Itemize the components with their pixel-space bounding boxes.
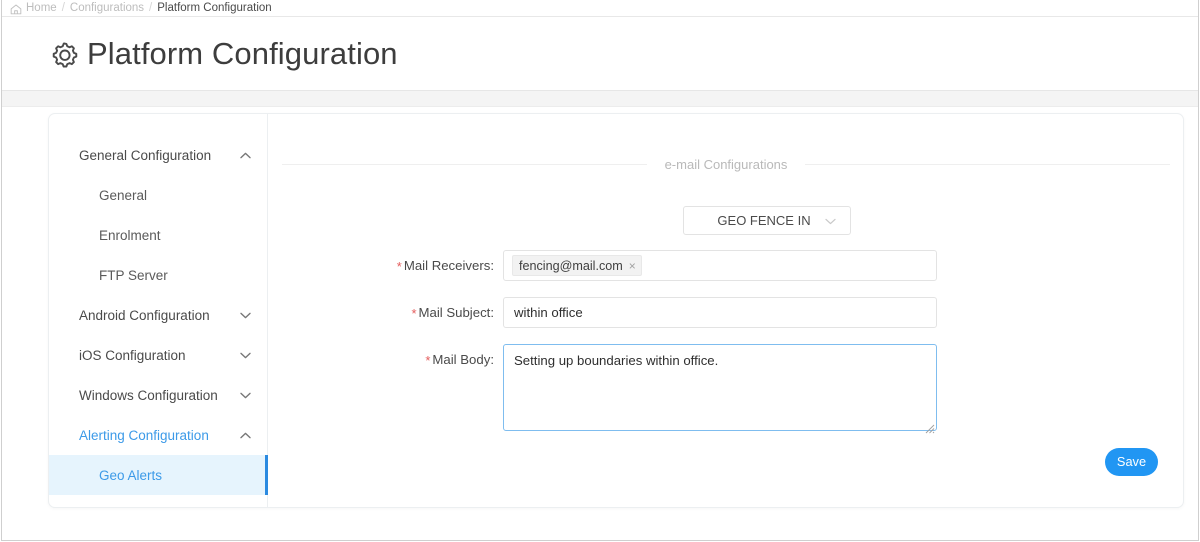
breadcrumb-item-configurations[interactable]: Configurations xyxy=(70,2,144,14)
section-divider: e-mail Configurations xyxy=(282,157,1170,172)
geo-fence-type-select[interactable]: GEO FENCE IN xyxy=(683,206,851,235)
mail-body-label: * Mail Body: xyxy=(268,344,503,375)
mail-receivers-label-text: Mail Receivers: xyxy=(403,258,494,273)
mail-receivers-label: * Mail Receivers: xyxy=(268,250,503,281)
page-header: Platform Configuration xyxy=(2,17,1198,90)
sidebar-item-general[interactable]: General xyxy=(49,175,267,215)
save-button[interactable]: Save xyxy=(1105,448,1158,476)
header-divider-band xyxy=(2,90,1198,107)
mail-receivers-control: fencing@mail.com × xyxy=(503,250,937,281)
breadcrumb-separator: / xyxy=(149,2,153,14)
mail-body-row: * Mail Body: xyxy=(268,344,937,436)
sidebar-group-windows-configuration[interactable]: Windows Configuration xyxy=(49,375,267,415)
gear-icon xyxy=(48,39,80,71)
sidebar-item-label: General xyxy=(99,187,148,203)
geo-fence-type-value: GEO FENCE IN xyxy=(717,213,811,228)
divider-rule-left xyxy=(282,164,647,165)
home-icon xyxy=(10,4,22,15)
mail-receivers-input[interactable]: fencing@mail.com × xyxy=(503,250,937,281)
breadcrumb: Home / Configurations / Platform Configu… xyxy=(2,0,1198,17)
sidebar-group-label: iOS Configuration xyxy=(79,347,186,363)
section-title: e-mail Configurations xyxy=(664,157,788,172)
sidebar-group-general-configuration[interactable]: General Configuration xyxy=(49,135,267,175)
sidebar-item-geo-alerts[interactable]: Geo Alerts xyxy=(49,455,268,495)
chevron-up-icon xyxy=(240,152,251,159)
divider-rule-right xyxy=(805,164,1170,165)
sidebar-item-label: Enrolment xyxy=(99,227,161,243)
mail-subject-label-text: Mail Subject: xyxy=(418,305,495,320)
chevron-down-icon xyxy=(240,392,251,399)
required-marker: * xyxy=(396,259,402,274)
sidebar-item-enrolment[interactable]: Enrolment xyxy=(49,215,267,255)
breadcrumb-item-platform-configuration: Platform Configuration xyxy=(157,2,272,14)
sidebar-item-label: FTP Server xyxy=(99,267,168,283)
email-configuration-form: e-mail Configurations GEO FENCE IN * Mail… xyxy=(268,114,1183,507)
sidebar-item-ftp-server[interactable]: FTP Server xyxy=(49,255,267,295)
mail-subject-label: * Mail Subject: xyxy=(268,297,503,328)
content-card: General Configuration General Enrolment … xyxy=(48,113,1184,508)
sidebar-group-label: General Configuration xyxy=(79,147,212,163)
configuration-sidebar: General Configuration General Enrolment … xyxy=(49,114,268,507)
sidebar-group-label: Alerting Configuration xyxy=(79,427,209,443)
mail-body-control xyxy=(503,344,937,436)
chevron-down-icon xyxy=(825,218,836,225)
mail-subject-control xyxy=(503,297,937,328)
sidebar-group-alerting-configuration[interactable]: Alerting Configuration xyxy=(49,415,267,455)
mail-receiver-tag-value: fencing@mail.com xyxy=(519,258,623,273)
chevron-down-icon xyxy=(240,312,251,319)
required-marker: * xyxy=(425,353,431,368)
page-frame: Home / Configurations / Platform Configu… xyxy=(1,0,1199,541)
sidebar-group-android-configuration[interactable]: Android Configuration xyxy=(49,295,267,335)
breadcrumb-item-home[interactable]: Home xyxy=(26,2,57,14)
chevron-down-icon xyxy=(240,352,251,359)
mail-subject-input[interactable] xyxy=(503,297,937,328)
mail-receiver-tag: fencing@mail.com × xyxy=(512,255,642,276)
sidebar-group-ios-configuration[interactable]: iOS Configuration xyxy=(49,335,267,375)
sidebar-group-label: Windows Configuration xyxy=(79,387,218,403)
breadcrumb-separator: / xyxy=(61,2,65,14)
required-marker: * xyxy=(411,306,417,321)
sidebar-group-label: Android Configuration xyxy=(79,307,210,323)
sidebar-item-label: Geo Alerts xyxy=(99,467,163,483)
close-icon[interactable]: × xyxy=(629,260,636,272)
mail-subject-row: * Mail Subject: xyxy=(268,297,937,328)
mail-receivers-row: * Mail Receivers: fencing@mail.com × xyxy=(268,250,937,281)
mail-body-label-text: Mail Body: xyxy=(432,352,494,367)
page-title: Platform Configuration xyxy=(87,36,398,71)
chevron-up-icon xyxy=(240,432,251,439)
mail-body-textarea[interactable] xyxy=(503,344,937,431)
